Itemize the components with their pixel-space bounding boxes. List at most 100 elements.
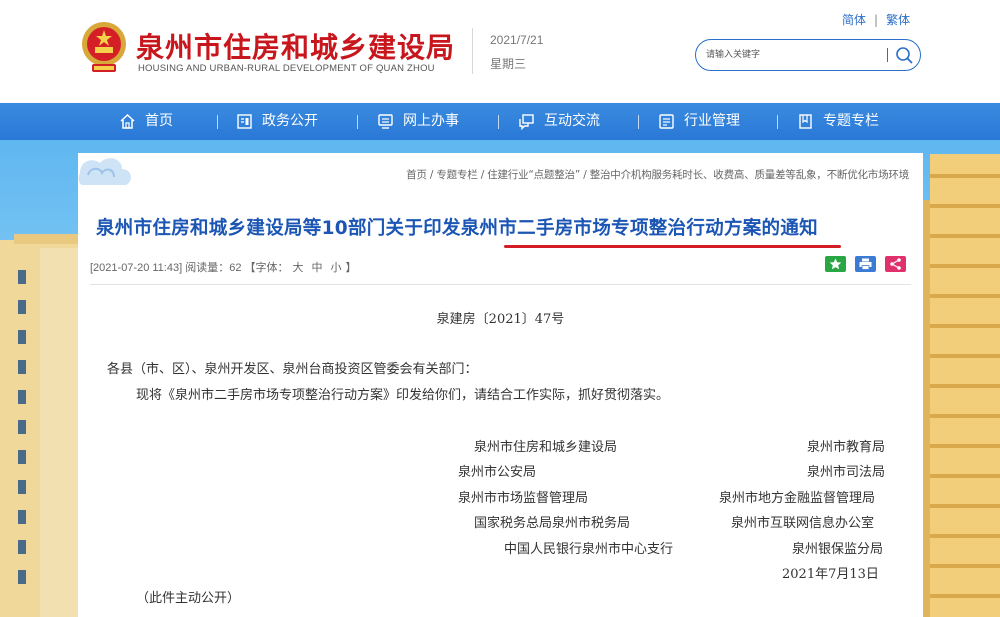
building-window (18, 390, 26, 404)
font-size-medium-button[interactable]: 中 (312, 262, 323, 274)
nav-item-label: 互动交流 (544, 113, 600, 129)
signatory-right: 泉州银保监分局 (792, 542, 884, 557)
building-window (18, 540, 26, 554)
nav-item-special-topics[interactable]: 专题专栏 (797, 103, 879, 140)
document-number: 泉建房〔2021〕47号 (436, 312, 565, 327)
nav-item-home[interactable]: 首页 (119, 103, 173, 140)
meta-info: [2021-07-20 11:43] 阅读量：62 【字体： (90, 262, 289, 274)
building-stripe (930, 504, 1000, 508)
cloud-decoration-icon (78, 158, 131, 185)
list-icon (659, 114, 674, 129)
document-icon (237, 114, 252, 129)
building-stripe (930, 234, 1000, 238)
building-stripe (930, 474, 1000, 478)
lang-traditional-link[interactable]: 繁体 (886, 13, 910, 27)
signatory-left: 泉州市住房和城乡建设局 (474, 440, 618, 455)
font-size-small-button[interactable]: 小 (331, 262, 342, 274)
nav-item-industry-management[interactable]: 行业管理 (658, 103, 740, 140)
nav-separator (777, 115, 778, 129)
nav-separator (217, 115, 218, 129)
font-size-large-button[interactable]: 大 (293, 262, 304, 274)
lang-simplified-link[interactable]: 简体 (842, 13, 866, 27)
lang-separator: | (874, 13, 879, 27)
signatory-right: 泉州市教育局 (807, 440, 886, 455)
main-nav: 首页 政务公开 网上办事 互动交流 行业管理 专题专栏 (0, 103, 1000, 140)
search-icon[interactable] (894, 45, 914, 65)
nav-separator (638, 115, 639, 129)
left-building-illustration (0, 234, 90, 617)
share-icon (890, 258, 901, 270)
nav-item-label: 首页 (145, 113, 173, 129)
nav-item-interaction[interactable]: 互动交流 (518, 103, 600, 140)
signing-date: 2021年7月13日 (782, 567, 879, 582)
disclosure-note: （此件主动公开） (136, 591, 241, 606)
signatory-left: 中国人民银行泉州市中心支行 (504, 542, 674, 557)
building-stripe (930, 324, 1000, 328)
breadcrumb[interactable]: 首页 / 专题专栏 / 住建行业“点题整治” / 整治中介机构服务耗时长、收费高… (406, 167, 909, 182)
signatory-right: 泉州市司法局 (807, 465, 886, 480)
signatory-left: 泉州市市场监督管理局 (458, 491, 589, 506)
signatory-left: 泉州市公安局 (458, 465, 537, 480)
search-divider (887, 48, 888, 62)
nav-item-label: 政务公开 (262, 113, 318, 129)
body-paragraph: 现将《泉州市二手房市场专项整治行动方案》印发给你们，请结合工作实际，抓好贯彻落实… (136, 388, 670, 403)
site-header: 泉州市住房和城乡建设局 HOUSING AND URBAN-RURAL DEVE… (0, 0, 1000, 103)
building-stripe (930, 414, 1000, 418)
building-window (18, 360, 26, 374)
building-stripe (930, 204, 1000, 208)
print-button[interactable] (855, 256, 876, 272)
nav-item-government-affairs[interactable]: 政务公开 (236, 103, 318, 140)
salutation-text: 各县（市、区）、泉州开发区、泉州台商投资区管委会有关部门： (107, 362, 478, 377)
chat-icon (519, 114, 534, 130)
favorite-button[interactable] (825, 256, 846, 272)
right-building-illustration (930, 154, 1000, 617)
site-title[interactable]: 泉州市住房和城乡建设局 (136, 26, 455, 66)
current-weekday: 星期三 (490, 57, 527, 71)
article-card: 首页 / 专题专栏 / 住建行业“点题整治” / 整治中介机构服务耗时长、收费高… (78, 153, 923, 617)
building-stripe (930, 534, 1000, 538)
building-stripe (930, 294, 1000, 298)
bookmark-icon (799, 114, 812, 129)
nav-item-label: 行业管理 (684, 113, 740, 129)
building-window (18, 510, 26, 524)
building-stripe (930, 174, 1000, 178)
building-window (18, 480, 26, 494)
article-title: 泉州市住房和城乡建设局等10部门关于印发泉州市二手房市场专项整治行动方案的通知 (96, 218, 818, 239)
signatory-right: 泉州市地方金融监督管理局 (719, 491, 876, 506)
building-window (18, 300, 26, 314)
share-buttons (816, 256, 906, 275)
national-emblem-icon[interactable] (80, 20, 128, 76)
search-input[interactable] (706, 46, 876, 64)
title-highlight-underline (504, 245, 841, 248)
language-switcher: 简体 | 繁体 (842, 11, 910, 28)
building-stripe (930, 264, 1000, 268)
nav-item-label: 网上办事 (403, 113, 459, 129)
meta-divider (90, 284, 911, 285)
star-icon (829, 258, 842, 270)
building-stripe (930, 594, 1000, 598)
home-icon (120, 113, 135, 129)
nav-item-online-services[interactable]: 网上办事 (377, 103, 459, 140)
building-stripe (930, 384, 1000, 388)
nav-separator (357, 115, 358, 129)
monitor-icon (378, 114, 393, 129)
building-stripe (930, 444, 1000, 448)
building-window (18, 570, 26, 584)
nav-separator (498, 115, 499, 129)
meta-suffix: 】 (345, 262, 357, 274)
building-window (18, 450, 26, 464)
search-box (695, 39, 921, 71)
building-window (18, 270, 26, 284)
nav-item-label: 专题专栏 (823, 113, 879, 129)
signatory-left: 国家税务总局泉州市税务局 (474, 516, 631, 531)
building-stripe (930, 564, 1000, 568)
header-divider (472, 28, 473, 74)
signatory-right: 泉州市互联网信息办公室 (731, 516, 875, 531)
building-stripe (930, 354, 1000, 358)
building-window (18, 330, 26, 344)
print-icon (859, 258, 872, 270)
article-meta: [2021-07-20 11:43] 阅读量：62 【字体： 大中小】 (90, 259, 357, 275)
site-subtitle: HOUSING AND URBAN-RURAL DEVELOPMENT OF Q… (138, 63, 435, 74)
share-button[interactable] (885, 256, 906, 272)
building-window (18, 420, 26, 434)
